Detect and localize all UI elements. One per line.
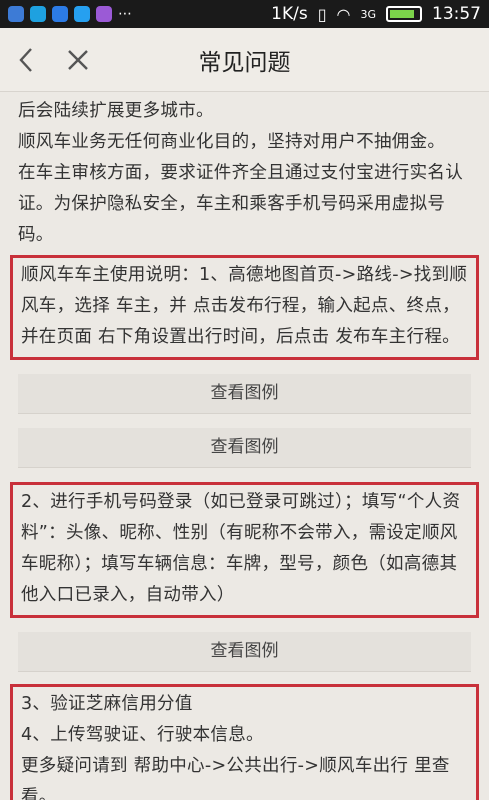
app-notification-icon bbox=[8, 6, 24, 22]
more-notifications-icon: ⋯ bbox=[118, 6, 132, 22]
driver-guide-text: 顺风车车主使用说明：1、高德地图首页->路线->找到顺风车，选择 车主，并 点击… bbox=[21, 265, 468, 347]
network-type: 3G bbox=[360, 7, 376, 21]
chevron-left-icon bbox=[19, 47, 32, 72]
view-example-button[interactable]: 查看图例 bbox=[18, 374, 471, 414]
network-speed: 1K/s bbox=[271, 4, 308, 24]
app-notification-icon bbox=[96, 6, 112, 22]
view-example-button[interactable]: 查看图例 bbox=[18, 632, 471, 672]
intro-line: 顺风车业务无任何商业化目的，坚持对用户不抽佣金。 bbox=[18, 132, 446, 152]
clock: 13:57 bbox=[432, 4, 481, 24]
verification-line: 4、上传驾驶证、行驶本信息。 bbox=[21, 725, 264, 745]
login-profile-text: 2、进行手机号码登录（如已登录可跳过）；填写“个人资料”：头像、昵称、性别（有昵… bbox=[21, 492, 461, 605]
help-center-line: 更多疑问请到 帮助中心->公共出行->顺风车出行 里查看。 bbox=[21, 756, 450, 800]
back-button[interactable] bbox=[0, 28, 52, 92]
navigation-bar: 常见问题 bbox=[0, 28, 489, 92]
view-example-button[interactable]: 查看图例 bbox=[18, 428, 471, 468]
faq-content: 后会陆续扩展更多城市。 顺风车业务无任何商业化目的，坚持对用户不抽佣金。 在车主… bbox=[0, 92, 489, 800]
wifi-icon: ◠ bbox=[336, 4, 351, 24]
vibrate-icon: ▯ bbox=[317, 4, 327, 24]
app-screen: 常见问题 后会陆续扩展更多城市。 顺风车业务无任何商业化目的，坚持对用户不抽佣金… bbox=[0, 28, 489, 800]
close-button[interactable] bbox=[52, 28, 104, 92]
highlight-box-login-profile: 2、进行手机号码登录（如已登录可跳过）；填写“个人资料”：头像、昵称、性别（有昵… bbox=[10, 482, 479, 618]
status-bar: ⋯ 1K/s ▯ ◠ 3G 13:57 bbox=[0, 0, 489, 28]
app-notification-icon bbox=[30, 6, 46, 22]
highlight-box-verification: 3、验证芝麻信用分值 4、上传驾驶证、行驶本信息。 更多疑问请到 帮助中心->公… bbox=[10, 684, 479, 800]
verification-line: 3、验证芝麻信用分值 bbox=[21, 694, 193, 714]
app-notification-icon bbox=[52, 6, 68, 22]
battery-icon bbox=[386, 6, 422, 22]
intro-line: 在车主审核方面，要求证件齐全且通过支付宝进行实名认证。为保护隐私安全，车主和乘客… bbox=[18, 163, 463, 245]
app-notification-icon bbox=[74, 6, 90, 22]
close-icon bbox=[68, 49, 88, 70]
notification-icons: ⋯ bbox=[8, 6, 132, 22]
intro-line: 后会陆续扩展更多城市。 bbox=[18, 101, 214, 121]
highlight-box-driver-guide: 顺风车车主使用说明：1、高德地图首页->路线->找到顺风车，选择 车主，并 点击… bbox=[10, 255, 479, 360]
battery-level bbox=[390, 10, 414, 18]
